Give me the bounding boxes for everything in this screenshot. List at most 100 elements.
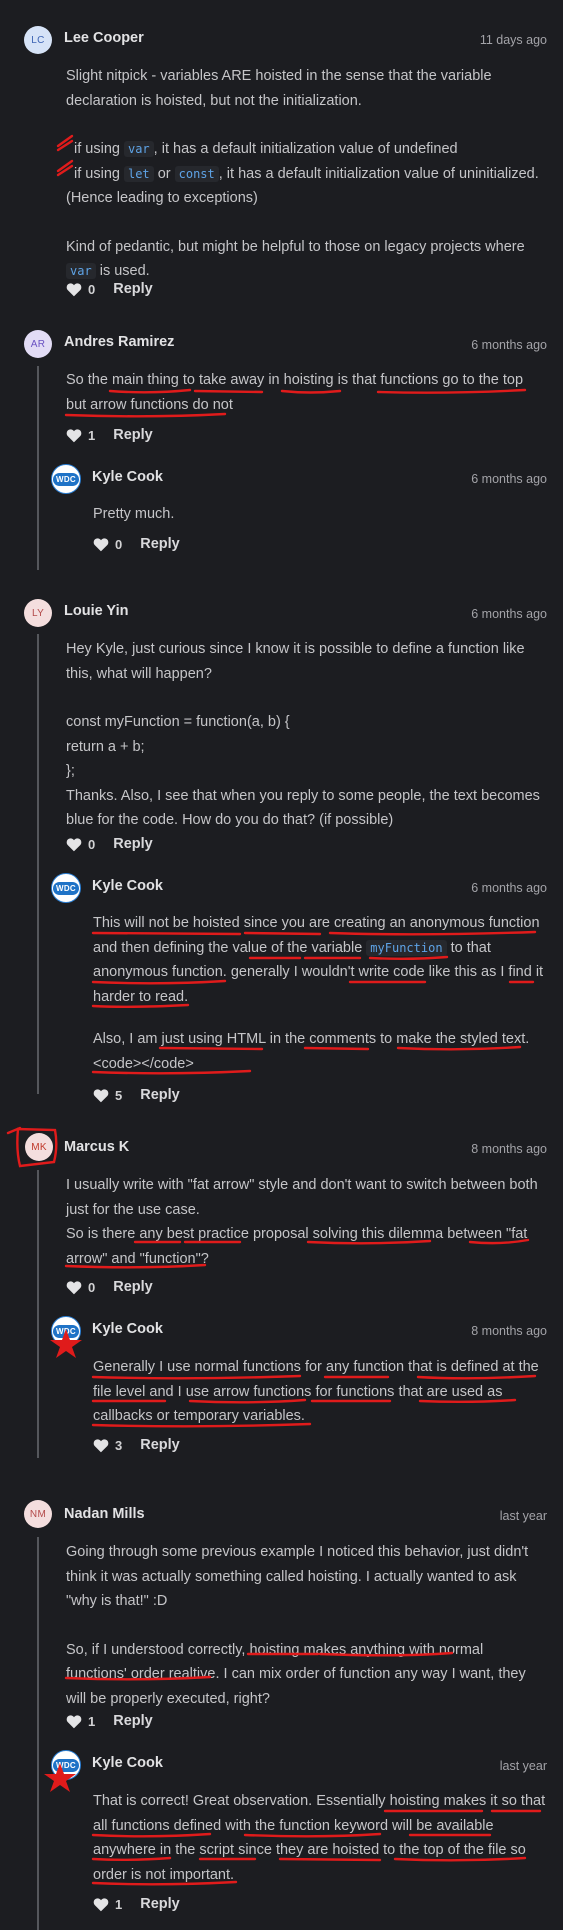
like-count: 0 — [88, 836, 96, 852]
comment-line: all functions defined with the function … — [93, 1817, 494, 1834]
heart-outline-icon[interactable] — [93, 1088, 109, 1103]
comment-line: functions' order realtive. I can mix ord… — [66, 1666, 526, 1682]
comment-author[interactable]: Nadan Mills — [64, 1506, 145, 1522]
comment-body: I usually write with "fat arrow" style a… — [66, 1173, 546, 1271]
comment-line: will be properly executed, right? — [66, 1690, 270, 1707]
comment-time: 8 months ago — [471, 1142, 547, 1156]
comment-line: So, if I understood correctly, hoisting … — [66, 1641, 484, 1658]
comment-paragraph: Slight nitpick - variables ARE hoisted i… — [66, 68, 492, 109]
comment-line: blue for the code. How do you do that? (… — [66, 812, 394, 828]
heart-outline-icon[interactable] — [66, 282, 82, 297]
comment-time: 8 months ago — [471, 1324, 547, 1338]
comment-line: and then defining the value of the varia… — [93, 939, 491, 956]
comment-author[interactable]: Kyle Cook — [92, 1755, 163, 1771]
comment-line: callbacks or temporary variables. — [93, 1408, 305, 1424]
comment-line: Thanks. Also, I see that when you reply … — [66, 787, 540, 804]
reply-button[interactable]: Reply — [140, 1087, 180, 1103]
like-count: 0 — [88, 281, 96, 297]
reply-button[interactable]: Reply — [140, 1896, 180, 1912]
comment-time: 6 months ago — [471, 881, 547, 895]
comment-line: but arrow functions do not — [66, 396, 233, 413]
annotation-mark — [6, 1126, 22, 1135]
heart-outline-icon[interactable] — [93, 537, 109, 552]
reply-button[interactable]: Reply — [113, 1279, 153, 1295]
comment-body: Going through some previous example I no… — [66, 1540, 546, 1711]
reply-button[interactable]: Reply — [113, 427, 153, 443]
code-line: return a + b; — [66, 738, 145, 755]
comment-body: Generally I use normal functions for any… — [93, 1355, 553, 1429]
comment-line: just for the use case. — [66, 1201, 200, 1218]
avatar: AR — [24, 330, 52, 358]
comment-line: (Hence leading to exceptions) — [66, 190, 258, 206]
comment-author[interactable]: Louie Yin — [64, 603, 128, 619]
inline-code: myFunction — [366, 939, 447, 956]
comment-author[interactable]: Kyle Cook — [92, 878, 163, 894]
heart-outline-icon[interactable] — [93, 1438, 109, 1453]
comment-time: 6 months ago — [471, 472, 547, 486]
reply-button[interactable]: Reply — [113, 281, 153, 297]
comment-author[interactable]: Marcus K — [64, 1139, 129, 1155]
comment-line: "why is that!" :D — [66, 1593, 168, 1609]
comment-line: harder to read. — [93, 988, 189, 1005]
comment-author[interactable]: Lee Cooper — [64, 30, 144, 46]
inline-code: let — [123, 165, 154, 182]
comment-actions: 5 Reply — [93, 1087, 180, 1103]
heart-outline-icon[interactable] — [66, 1714, 82, 1729]
like-count: 1 — [88, 1713, 96, 1729]
avatar: LC — [24, 26, 52, 54]
reply-button[interactable]: Reply — [140, 1437, 180, 1453]
comment-actions: 1 Reply — [93, 1896, 180, 1912]
comment-line: Also, I am just using HTML in the commen… — [93, 1031, 530, 1047]
heart-outline-icon[interactable] — [66, 428, 82, 443]
code-line: }; — [66, 763, 75, 779]
code-line: const myFunction = function(a, b) { — [66, 714, 290, 730]
comment-line: So the main thing to take away in hoisti… — [66, 372, 524, 388]
comment-actions: 3 Reply — [93, 1437, 180, 1453]
comment-author[interactable]: Andres Ramirez — [64, 334, 174, 350]
comment-author[interactable]: Kyle Cook — [92, 1321, 163, 1337]
heart-outline-icon[interactable] — [93, 1897, 109, 1912]
avatar-wdc-logo: WDC — [51, 1316, 81, 1346]
comment-line: anonymous function. generally I wouldn't… — [93, 964, 544, 980]
comment-line: This will not be hoisted since you are c… — [93, 915, 540, 931]
heart-outline-icon[interactable] — [66, 837, 82, 852]
comment-line: if using var, it has a default initializ… — [74, 141, 458, 157]
avatar: LY — [24, 599, 52, 627]
comment-line: So is there any best practice proposal s… — [66, 1226, 528, 1242]
comment-actions: 0 Reply — [93, 536, 180, 552]
reply-button[interactable]: Reply — [113, 1713, 153, 1729]
comment-line: order is not important. — [93, 1866, 235, 1883]
comment-line: Pretty much. — [93, 506, 175, 522]
comment-line: var is used. — [66, 259, 546, 284]
like-count: 1 — [115, 1896, 123, 1912]
comment-line: Going through some previous example I no… — [66, 1544, 529, 1560]
comment-actions: 1 Reply — [66, 1713, 153, 1729]
avatar: NM — [24, 1500, 52, 1528]
comment-line: I usually write with "fat arrow" style a… — [66, 1177, 538, 1193]
avatar-wdc-logo: WDC — [51, 873, 81, 903]
comment-actions: 0 Reply — [66, 1279, 153, 1295]
inline-code: var — [66, 263, 96, 279]
comment-time: last year — [499, 1509, 547, 1523]
comment-body: Hey Kyle, just curious since I know it i… — [66, 637, 546, 833]
like-count: 1 — [88, 427, 96, 443]
like-count: 0 — [115, 536, 123, 552]
heart-outline-icon[interactable] — [66, 1280, 82, 1295]
thread-line — [37, 1170, 39, 1458]
comment-line: if using let or const, it has a default … — [74, 165, 539, 182]
comment-time: 6 months ago — [471, 338, 547, 352]
thread-line — [37, 1537, 39, 1930]
comment-body: Slight nitpick - variables ARE hoisted i… — [66, 64, 546, 284]
comment-actions: 1 Reply — [66, 427, 153, 443]
comment-line: Generally I use normal functions for any… — [93, 1359, 539, 1375]
comment-line: this, what will happen? — [66, 665, 212, 682]
comment-line: Hey Kyle, just curious since I know it i… — [66, 641, 525, 657]
comment-time: 6 months ago — [471, 607, 547, 621]
like-count: 0 — [88, 1279, 96, 1295]
comment-body: That is correct! Great observation. Esse… — [93, 1789, 553, 1887]
reply-button[interactable]: Reply — [113, 836, 153, 852]
comment-author[interactable]: Kyle Cook — [92, 469, 163, 485]
reply-button[interactable]: Reply — [140, 536, 180, 552]
comment-line: That is correct! Great observation. Esse… — [93, 1793, 546, 1809]
thread-line — [37, 634, 39, 1094]
